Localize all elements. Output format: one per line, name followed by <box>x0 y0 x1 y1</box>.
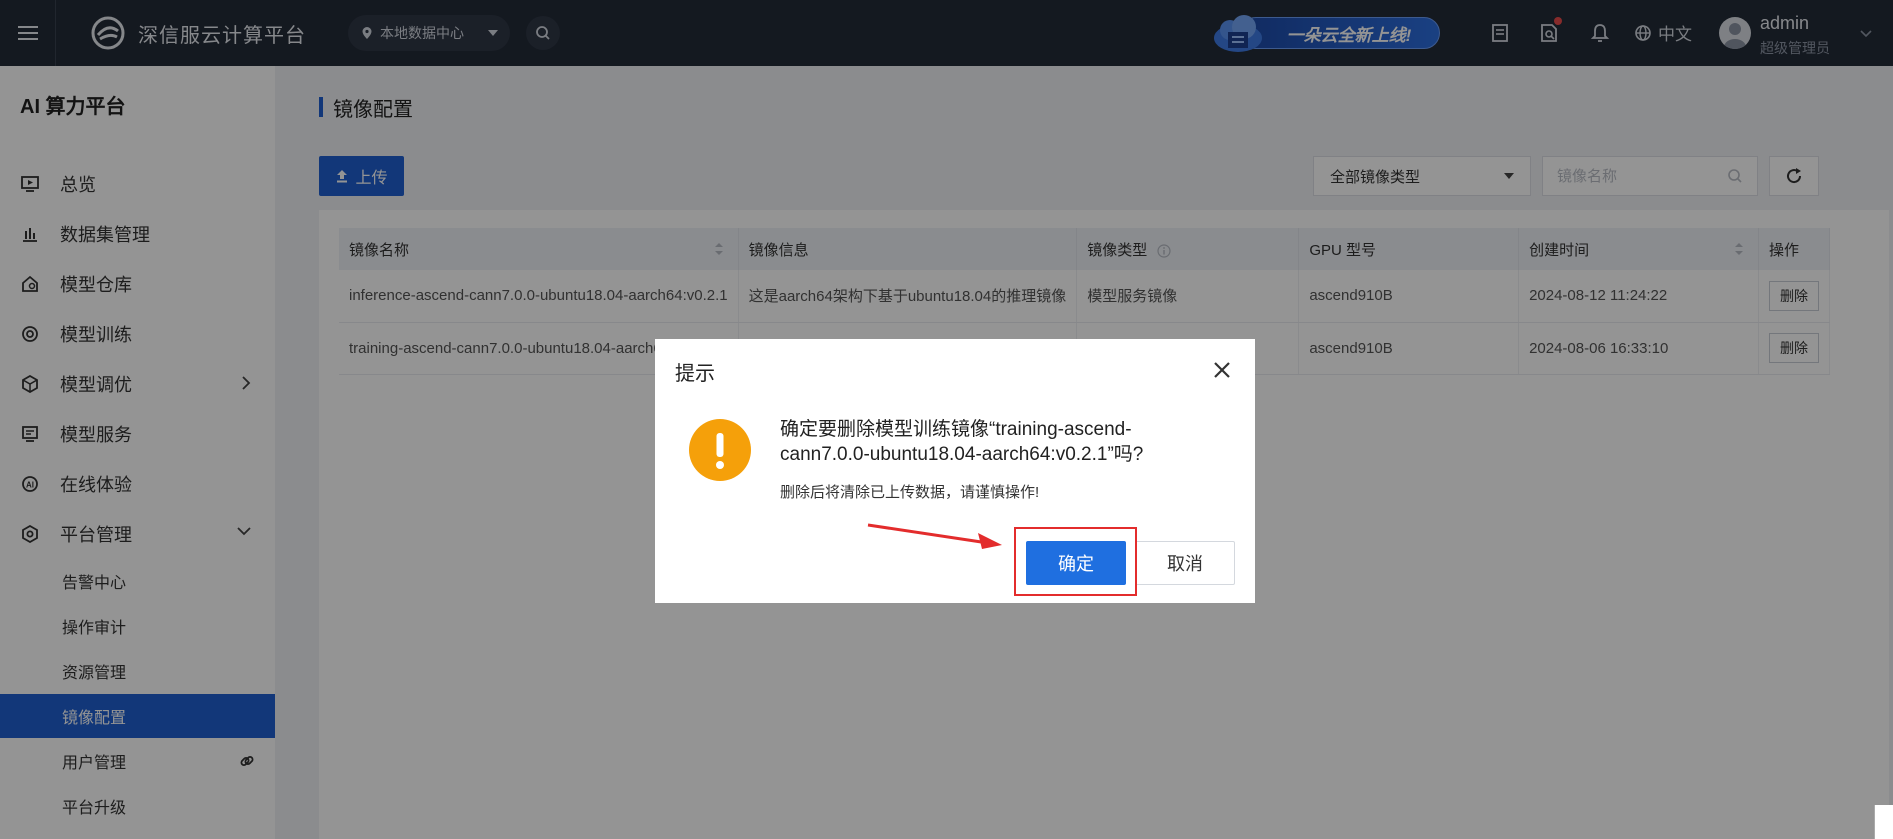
confirm-delete-dialog: 提示 确定要删除模型训练镜像“training-ascend-cann7.0.0… <box>655 339 1255 603</box>
dialog-sub-message: 删除后将清除已上传数据，请谨慎操作! <box>780 484 1040 501</box>
corner-widget <box>1874 805 1893 839</box>
close-button[interactable] <box>1209 357 1235 383</box>
annotation-highlight-box <box>1014 527 1137 596</box>
close-icon <box>1214 362 1230 378</box>
dialog-message: 确定要删除模型训练镜像“training-ascend-cann7.0.0-ub… <box>780 419 1144 465</box>
dialog-title: 提示 <box>675 363 715 385</box>
annotation-arrow-icon <box>867 523 1002 549</box>
cancel-button[interactable]: 取消 <box>1135 541 1235 585</box>
warning-icon <box>689 419 751 481</box>
